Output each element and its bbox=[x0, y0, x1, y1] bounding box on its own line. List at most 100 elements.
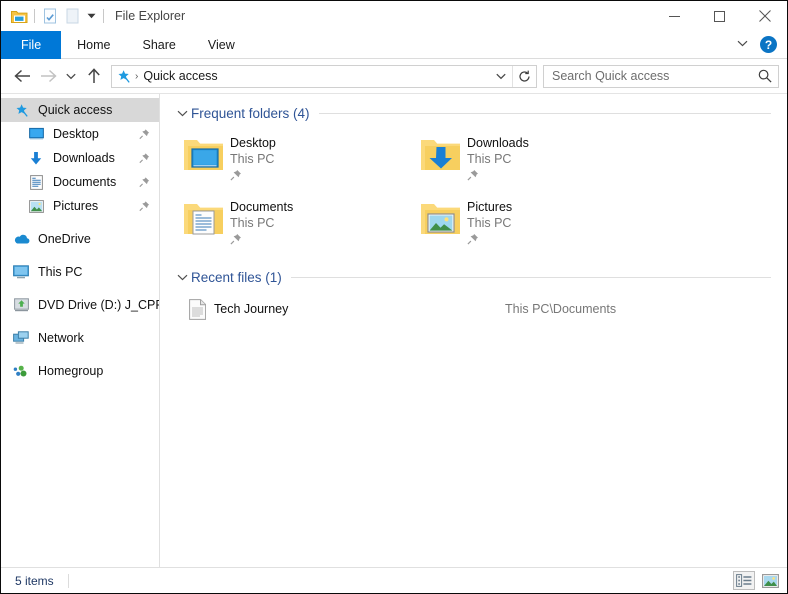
new-folder-icon[interactable] bbox=[61, 5, 83, 27]
sidebar-item-this-pc[interactable]: This PC bbox=[1, 260, 159, 284]
onedrive-icon bbox=[11, 233, 31, 245]
expand-ribbon-icon[interactable] bbox=[733, 39, 752, 50]
pin-icon[interactable] bbox=[230, 168, 276, 186]
section-divider bbox=[291, 277, 771, 278]
downloads-icon bbox=[26, 151, 46, 166]
folder-tile-meta: Desktop This PC bbox=[230, 134, 276, 186]
status-bar: 5 items bbox=[1, 567, 787, 593]
pin-icon[interactable] bbox=[139, 201, 150, 212]
sidebar-gap bbox=[1, 317, 159, 326]
sidebar-item-label: Pictures bbox=[53, 199, 98, 213]
folder-name: Desktop bbox=[230, 135, 276, 151]
caption-buttons bbox=[652, 1, 787, 31]
chevron-down-icon[interactable] bbox=[174, 274, 190, 281]
documents-icon bbox=[26, 175, 46, 190]
up-button[interactable] bbox=[81, 63, 107, 89]
address-bar[interactable]: › Quick access bbox=[111, 65, 537, 88]
close-button[interactable] bbox=[742, 1, 787, 31]
section-title: Frequent folders (4) bbox=[191, 106, 310, 121]
forward-button[interactable] bbox=[35, 63, 61, 89]
navigation-pane: Quick access Desktop bbox=[1, 94, 160, 567]
sidebar-item-label: DVD Drive (D:) J_CPR bbox=[38, 298, 159, 312]
file-explorer-window: File Explorer File Home Share View ? bbox=[0, 0, 788, 594]
window-title: File Explorer bbox=[115, 9, 185, 23]
tab-share[interactable]: Share bbox=[127, 31, 192, 59]
back-button[interactable] bbox=[9, 63, 35, 89]
folder-tile-downloads[interactable]: Downloads This PC bbox=[415, 130, 652, 194]
folder-tile-documents[interactable]: Documents This PC bbox=[178, 194, 415, 258]
search-icon[interactable] bbox=[752, 69, 778, 83]
sidebar-item-desktop[interactable]: Desktop bbox=[1, 122, 159, 146]
pin-icon[interactable] bbox=[139, 153, 150, 164]
network-icon bbox=[11, 331, 31, 345]
sidebar-item-network[interactable]: Network bbox=[1, 326, 159, 350]
sidebar-item-label: Desktop bbox=[53, 127, 99, 141]
search-input[interactable]: Search Quick access bbox=[544, 69, 752, 83]
folder-tile-meta: Downloads This PC bbox=[467, 134, 529, 186]
sidebar-item-label: Quick access bbox=[38, 103, 112, 117]
recent-files-header[interactable]: Recent files (1) bbox=[174, 264, 771, 290]
chevron-down-icon[interactable] bbox=[174, 110, 190, 117]
sidebar-item-label: Network bbox=[38, 331, 84, 345]
folder-location: This PC bbox=[467, 215, 512, 231]
sidebar-item-documents[interactable]: Documents bbox=[1, 170, 159, 194]
recent-file-row[interactable]: Tech Journey This PC\Documents bbox=[174, 294, 771, 324]
tab-home[interactable]: Home bbox=[61, 31, 126, 59]
sidebar-item-downloads[interactable]: Downloads bbox=[1, 146, 159, 170]
folder-name: Pictures bbox=[467, 199, 512, 215]
folder-tile-pictures[interactable]: Pictures This PC bbox=[415, 194, 652, 258]
status-divider bbox=[68, 574, 69, 588]
help-icon[interactable]: ? bbox=[760, 36, 777, 53]
large-icons-view-button[interactable] bbox=[759, 571, 781, 590]
folder-name: Downloads bbox=[467, 135, 529, 151]
sidebar-item-label: Documents bbox=[53, 175, 116, 189]
frequent-folders-header[interactable]: Frequent folders (4) bbox=[174, 100, 771, 126]
properties-icon[interactable] bbox=[39, 5, 61, 27]
folder-name: Documents bbox=[230, 199, 293, 215]
title-bar: File Explorer bbox=[1, 1, 787, 31]
content-pane: Frequent folders (4) bbox=[160, 94, 787, 567]
pin-icon[interactable] bbox=[230, 232, 293, 250]
search-box[interactable]: Search Quick access bbox=[543, 65, 779, 88]
breadcrumb-path: Quick access bbox=[143, 69, 490, 83]
folder-location: This PC bbox=[467, 151, 529, 167]
customize-caret-icon[interactable] bbox=[83, 6, 99, 26]
pin-icon[interactable] bbox=[139, 177, 150, 188]
refresh-icon[interactable] bbox=[512, 66, 536, 87]
star-pin-icon bbox=[11, 103, 31, 118]
folder-documents-icon bbox=[178, 198, 230, 238]
homegroup-icon bbox=[11, 365, 31, 378]
tab-view[interactable]: View bbox=[192, 31, 251, 59]
breadcrumb-separator: › bbox=[134, 71, 143, 82]
item-count-label: 5 items bbox=[15, 574, 54, 588]
tab-file[interactable]: File bbox=[1, 31, 61, 59]
sidebar-item-onedrive[interactable]: OneDrive bbox=[1, 227, 159, 251]
sidebar-item-dvd-drive[interactable]: DVD Drive (D:) J_CPR bbox=[1, 293, 159, 317]
toolbar-divider-2 bbox=[103, 9, 104, 23]
ribbon-tab-bar: File Home Share View ? bbox=[1, 31, 787, 59]
sidebar-gap bbox=[1, 284, 159, 293]
pin-icon[interactable] bbox=[139, 129, 150, 140]
folder-tile-meta: Documents This PC bbox=[230, 198, 293, 250]
pin-icon[interactable] bbox=[467, 168, 529, 186]
sidebar-gap bbox=[1, 218, 159, 227]
recent-locations-button[interactable] bbox=[61, 63, 81, 89]
details-view-button[interactable] bbox=[733, 571, 755, 590]
sidebar-item-pictures[interactable]: Pictures bbox=[1, 194, 159, 218]
minimize-button[interactable] bbox=[652, 1, 697, 31]
sidebar-item-homegroup[interactable]: Homegroup bbox=[1, 359, 159, 383]
recent-file-name: Tech Journey bbox=[214, 302, 288, 316]
folder-location: This PC bbox=[230, 151, 276, 167]
star-pin-icon bbox=[112, 69, 134, 84]
folder-tile-desktop[interactable]: Desktop This PC bbox=[178, 130, 415, 194]
maximize-button[interactable] bbox=[697, 1, 742, 31]
sidebar-gap bbox=[1, 251, 159, 260]
address-dropdown-icon[interactable] bbox=[490, 66, 512, 87]
pin-icon[interactable] bbox=[467, 232, 512, 250]
folder-desktop-icon bbox=[178, 134, 230, 174]
folder-icon[interactable] bbox=[8, 5, 30, 27]
sidebar-item-quick-access[interactable]: Quick access bbox=[1, 98, 159, 122]
explorer-body: Quick access Desktop bbox=[1, 93, 787, 567]
folder-pictures-icon bbox=[415, 198, 467, 238]
quick-access-toolbar bbox=[8, 5, 108, 27]
